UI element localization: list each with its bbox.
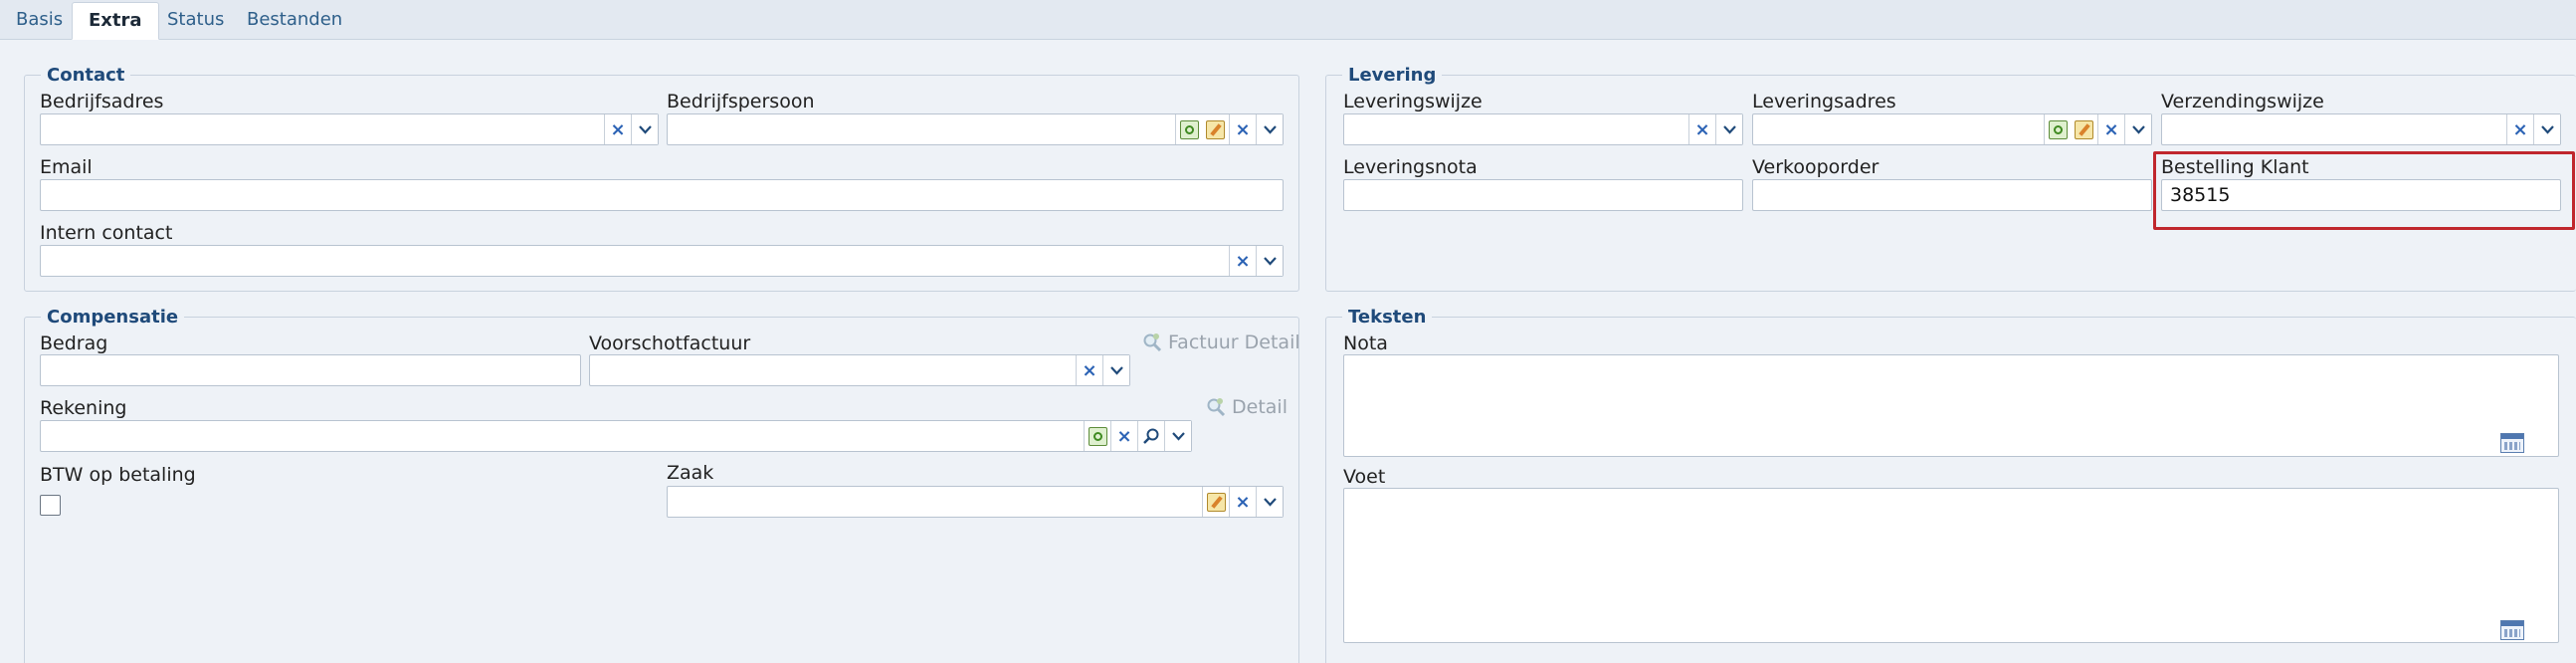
verkooporder-input[interactable] — [1753, 180, 2151, 210]
levering-legend: Levering — [1342, 67, 1443, 85]
tab-bar: Basis Extra Status Bestanden — [0, 0, 2576, 40]
voet-calendar-icon[interactable] — [2500, 620, 2524, 640]
bestelling-klant-field[interactable] — [2161, 179, 2561, 211]
zaak-clear-icon[interactable]: × — [1229, 487, 1256, 517]
bedrijfspersoon-label: Bedrijfspersoon — [667, 91, 815, 112]
voet-textarea[interactable] — [1343, 488, 2559, 643]
leveringsadres-open-icon[interactable] — [2044, 114, 2071, 144]
bedrijfspersoon-field[interactable]: × — [667, 113, 1284, 145]
nota-label: Nota — [1343, 332, 1388, 354]
verzendingswijze-clear-icon[interactable]: × — [2506, 114, 2533, 144]
leveringsadres-chevron-down-icon[interactable] — [2124, 114, 2151, 144]
bedrijfsadres-input[interactable] — [41, 114, 658, 144]
rekening-label: Rekening — [40, 397, 127, 419]
leveringswijze-clear-icon[interactable]: × — [1688, 114, 1715, 144]
bedrijfsadres-chevron-down-icon[interactable] — [631, 114, 658, 144]
tab-basis[interactable]: Basis — [0, 2, 79, 40]
bedrijfspersoon-edit-icon[interactable] — [1202, 114, 1229, 144]
zaak-chevron-down-icon[interactable] — [1256, 487, 1283, 517]
bedrag-field[interactable] — [40, 354, 581, 386]
zaak-input[interactable] — [668, 487, 1283, 517]
leveringsadres-edit-icon[interactable] — [2071, 114, 2097, 144]
btw-op-betaling-label: BTW op betaling — [40, 464, 196, 486]
bedrijfsadres-label: Bedrijfsadres — [40, 91, 164, 112]
compensatie-legend: Compensatie — [41, 309, 185, 327]
voorschotfactuur-field[interactable]: × — [589, 354, 1130, 386]
leveringswijze-field[interactable]: × — [1343, 113, 1743, 145]
verzendingswijze-field[interactable]: × — [2161, 113, 2561, 145]
rekening-field[interactable]: × — [40, 420, 1192, 452]
leveringsadres-label: Leveringsadres — [1752, 91, 1896, 112]
zaak-field[interactable]: × — [667, 486, 1284, 518]
leveringsnota-label: Leveringsnota — [1343, 156, 1478, 178]
voorschotfactuur-input[interactable] — [590, 355, 1129, 385]
intern-contact-input[interactable] — [41, 246, 1283, 276]
bedrijfspersoon-clear-icon[interactable]: × — [1229, 114, 1256, 144]
intern-contact-label: Intern contact — [40, 222, 173, 244]
leveringswijze-label: Leveringswijze — [1343, 91, 1483, 112]
email-field[interactable] — [40, 179, 1284, 211]
btw-op-betaling-checkbox[interactable] — [40, 495, 61, 516]
teksten-legend: Teksten — [1342, 309, 1433, 327]
rekening-chevron-down-icon[interactable] — [1164, 421, 1191, 451]
nota-textarea[interactable] — [1343, 354, 2559, 457]
leveringswijze-chevron-down-icon[interactable] — [1715, 114, 1742, 144]
magnifier-icon — [1206, 397, 1226, 417]
leveringsnota-field[interactable] — [1343, 179, 1743, 211]
bedrag-label: Bedrag — [40, 332, 108, 354]
leveringswijze-input[interactable] — [1344, 114, 1742, 144]
bestelling-klant-label: Bestelling Klant — [2161, 156, 2309, 178]
bedrijfspersoon-chevron-down-icon[interactable] — [1256, 114, 1283, 144]
email-input[interactable] — [41, 180, 1283, 210]
factuur-detail-label: Factuur Detail — [1168, 332, 1300, 353]
nota-calendar-icon[interactable] — [2500, 433, 2524, 453]
zaak-label: Zaak — [667, 462, 714, 484]
bedrijfspersoon-open-icon[interactable] — [1175, 114, 1202, 144]
bestelling-klant-input[interactable] — [2162, 180, 2560, 210]
voorschotfactuur-chevron-down-icon[interactable] — [1102, 355, 1129, 385]
intern-contact-chevron-down-icon[interactable] — [1256, 246, 1283, 276]
tab-bestanden[interactable]: Bestanden — [231, 2, 358, 40]
leveringsnota-input[interactable] — [1344, 180, 1742, 210]
rekening-clear-icon[interactable]: × — [1110, 421, 1137, 451]
intern-contact-clear-icon[interactable]: × — [1229, 246, 1256, 276]
rekening-detail-button[interactable]: Detail — [1206, 396, 1288, 418]
verzendingswijze-chevron-down-icon[interactable] — [2533, 114, 2560, 144]
verzendingswijze-input[interactable] — [2162, 114, 2560, 144]
voorschotfactuur-label: Voorschotfactuur — [589, 332, 751, 354]
magnifier-icon — [1142, 332, 1162, 352]
rekening-search-icon[interactable] — [1137, 421, 1164, 451]
factuur-detail-button[interactable]: Factuur Detail — [1142, 332, 1300, 353]
rekening-input[interactable] — [41, 421, 1191, 451]
bedrijfsadres-field[interactable]: × — [40, 113, 659, 145]
voet-label: Voet — [1343, 466, 1386, 488]
contact-legend: Contact — [41, 67, 131, 85]
bedrag-input[interactable] — [41, 355, 580, 385]
voorschotfactuur-clear-icon[interactable]: × — [1076, 355, 1102, 385]
verzendingswijze-label: Verzendingswijze — [2161, 91, 2324, 112]
leveringsadres-clear-icon[interactable]: × — [2097, 114, 2124, 144]
rekening-open-icon[interactable] — [1084, 421, 1110, 451]
bedrijfsadres-clear-icon[interactable]: × — [604, 114, 631, 144]
verkooporder-field[interactable] — [1752, 179, 2152, 211]
verkooporder-label: Verkooporder — [1752, 156, 1880, 178]
intern-contact-field[interactable]: × — [40, 245, 1284, 277]
tab-status[interactable]: Status — [151, 2, 240, 40]
tab-extra[interactable]: Extra — [72, 2, 159, 40]
leveringsadres-field[interactable]: × — [1752, 113, 2152, 145]
zaak-edit-icon[interactable] — [1202, 487, 1229, 517]
email-label: Email — [40, 156, 93, 178]
rekening-detail-label: Detail — [1232, 396, 1288, 418]
